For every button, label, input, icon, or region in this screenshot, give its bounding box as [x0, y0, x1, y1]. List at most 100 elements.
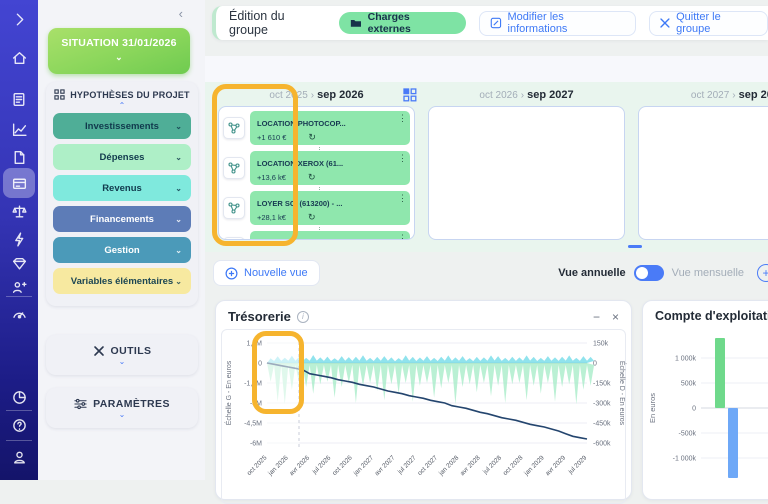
- quit-group-button[interactable]: Quitter le groupe: [649, 11, 768, 36]
- svg-text:-600k: -600k: [593, 441, 611, 448]
- dashboard-gauge-icon[interactable]: [8, 302, 30, 324]
- folder-icon: [350, 18, 362, 28]
- chevron-down-icon: ⌄: [175, 277, 182, 286]
- item-menu-icon[interactable]: ⋮: [398, 194, 407, 202]
- category-button[interactable]: Gestion⌄: [53, 237, 191, 263]
- income-statement-chart[interactable]: 1 000k500k0-500k-1 000kEn euros: [643, 325, 768, 493]
- svg-text:1,5M: 1,5M: [246, 341, 262, 348]
- group-badge-label: Charges externes: [368, 11, 455, 35]
- collapse-section-chevron-icon[interactable]: ⌃: [53, 102, 191, 110]
- add-view-plus-icon[interactable]: +: [757, 264, 768, 282]
- plus-circle-icon: [225, 267, 238, 280]
- balance-scales-icon[interactable]: [8, 200, 30, 222]
- account-user-icon[interactable]: [8, 446, 30, 468]
- invoicing-icon[interactable]: [8, 88, 30, 110]
- svg-text:avr 2028: avr 2028: [459, 454, 482, 477]
- collapse-sidebar-icon[interactable]: ‹: [179, 6, 183, 21]
- layout-grid-icon[interactable]: [403, 88, 417, 102]
- category-button[interactable]: Revenus⌄: [53, 175, 191, 201]
- category-button[interactable]: Financements⌄: [53, 206, 191, 232]
- edit-info-label: Modifier les informations: [508, 11, 626, 35]
- tools-button[interactable]: OUTILS ⌄: [46, 335, 198, 375]
- svg-text:jul 2027: jul 2027: [396, 454, 418, 476]
- group-badge[interactable]: Charges externes: [339, 12, 466, 34]
- drag-node-tile[interactable]: [223, 157, 245, 179]
- item-title: LOCATION XEROX (61...: [257, 159, 343, 168]
- item-menu-icon[interactable]: ⋮: [398, 154, 407, 162]
- chevron-down-icon: ⌄: [175, 153, 182, 162]
- svg-text:-3M: -3M: [250, 401, 262, 408]
- svg-text:-4,5M: -4,5M: [244, 421, 262, 428]
- drag-node-tile[interactable]: [223, 237, 245, 240]
- home-icon[interactable]: [8, 46, 30, 68]
- documents-icon[interactable]: [8, 146, 30, 168]
- item-value: +28,1 k€: [257, 213, 286, 222]
- new-view-label: Nouvelle vue: [244, 267, 308, 279]
- help-icon[interactable]: [8, 414, 30, 436]
- rail-divider: [6, 296, 32, 297]
- charge-item-pill[interactable]: ⋮ LOYER SCI (613200) - ... +28,1 k€ ↻: [250, 191, 410, 225]
- item-title: LOYER SCI (613200) - ...: [257, 199, 342, 208]
- hr-icon[interactable]: [8, 276, 30, 298]
- energy-bolt-icon[interactable]: [8, 228, 30, 250]
- situation-button[interactable]: SITUATION 31/01/2026 ⌄: [48, 28, 190, 74]
- view-mode-toggle[interactable]: [634, 265, 664, 281]
- item-title: DOCUMENTATION TEC...: [257, 239, 346, 240]
- category-button[interactable]: Variables élémentaires⌄: [53, 268, 191, 294]
- edit-info-button[interactable]: Modifier les informations: [479, 11, 637, 36]
- charge-item-pill[interactable]: ⋮ DOCUMENTATION TEC... +795,7 € ↻: [250, 231, 410, 240]
- minimize-icon[interactable]: −: [593, 310, 600, 324]
- new-view-button[interactable]: Nouvelle vue: [213, 260, 320, 286]
- category-label: Variables élémentaires: [71, 276, 173, 287]
- drag-node-tile[interactable]: [223, 197, 245, 219]
- page-title: Édition du groupe: [229, 9, 326, 37]
- close-icon[interactable]: ×: [612, 310, 619, 324]
- svg-text:avr 2026: avr 2026: [288, 454, 311, 477]
- chevron-down-icon: ⌄: [175, 246, 182, 255]
- item-menu-icon[interactable]: ⋮: [398, 114, 407, 122]
- params-label: PARAMÈTRES: [93, 398, 170, 410]
- item-title: LOCATION PHOTOCOP...: [257, 119, 346, 128]
- recurrence-icon: ↻: [308, 172, 316, 183]
- views-row: Nouvelle vue Vue annuelle Vue mensuelle: [205, 258, 768, 288]
- charge-item-row[interactable]: ⋮ DOCUMENTATION TEC... +795,7 € ↻: [223, 231, 410, 240]
- period-card-2027-2028[interactable]: [638, 106, 768, 240]
- hypotheses-card: HYPOTHÈSES DU PROJET ⌃ Investissements⌄ D…: [46, 82, 198, 306]
- charge-item-row[interactable]: ⋮ LOCATION XEROX (61... +13,6 k€ ↻: [223, 151, 410, 185]
- performance-chart-icon[interactable]: [8, 118, 30, 140]
- category-button[interactable]: Investissements⌄: [53, 113, 191, 139]
- periods-panel: oct 2025›sep 2026 oct 2026›sep 2027 oct …: [205, 82, 768, 252]
- item-menu-icon[interactable]: ⋮: [398, 234, 407, 240]
- treasury-chart[interactable]: 1,5M150k00-1,5M-150k-3M-300k-4,5M-450k-6…: [222, 330, 627, 496]
- svg-text:150k: 150k: [593, 341, 609, 348]
- period-card-2026-2027[interactable]: [428, 106, 625, 240]
- svg-text:Échelle D - En euros: Échelle D - En euros: [618, 361, 627, 426]
- charge-item-row[interactable]: ⋮ LOYER SCI (613200) - ... +28,1 k€ ↻: [223, 191, 410, 225]
- info-icon[interactable]: i: [297, 311, 309, 323]
- treasury-title: Trésorerie: [228, 309, 291, 324]
- params-button[interactable]: PARAMÈTRES ⌄: [46, 388, 198, 428]
- main-area: Édition du groupe Charges externes Modif…: [205, 0, 768, 480]
- monthly-view-label[interactable]: Vue mensuelle: [672, 267, 744, 279]
- edit-pencil-icon: [490, 17, 502, 29]
- category-button[interactable]: Dépenses⌄: [53, 144, 191, 170]
- nav-rail: [0, 0, 38, 480]
- expand-chevron-icon[interactable]: [8, 8, 30, 30]
- svg-text:oct 2028: oct 2028: [502, 454, 525, 477]
- svg-text:jan 2028: jan 2028: [437, 454, 461, 478]
- drag-node-tile[interactable]: [223, 117, 245, 139]
- charge-item-pill[interactable]: ⋮ LOCATION PHOTOCOP... +1 610 € ↻: [250, 111, 410, 145]
- reports-pie-icon[interactable]: [8, 386, 30, 408]
- premium-diamond-icon[interactable]: [8, 252, 30, 274]
- cards-icon[interactable]: [8, 172, 30, 194]
- svg-text:-150k: -150k: [593, 381, 611, 388]
- rail-divider: [6, 440, 32, 441]
- hypotheses-title: HYPOTHÈSES DU PROJET: [70, 90, 190, 100]
- period-card-2025-2026[interactable]: ⋮ LOCATION PHOTOCOP... +1 610 € ↻ ⋮ LOCA…: [218, 106, 415, 240]
- recurrence-icon: ↻: [308, 132, 316, 143]
- charge-item-row[interactable]: ⋮ LOCATION PHOTOCOP... +1 610 € ↻: [223, 111, 410, 145]
- annual-view-label[interactable]: Vue annuelle: [558, 267, 625, 279]
- svg-text:-1,5M: -1,5M: [244, 381, 262, 388]
- charge-item-pill[interactable]: ⋮ LOCATION XEROX (61... +13,6 k€ ↻: [250, 151, 410, 185]
- horizontal-scroll-indicator[interactable]: [628, 245, 642, 248]
